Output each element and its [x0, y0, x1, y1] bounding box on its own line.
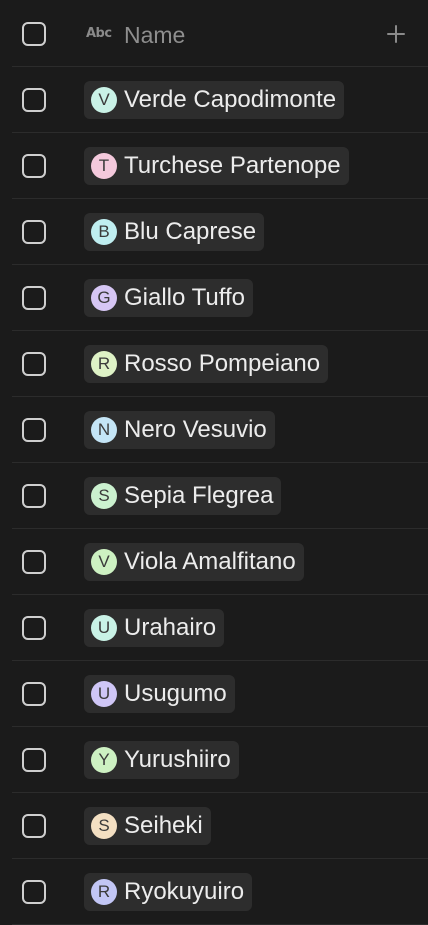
header-row: Abc Name — [0, 0, 428, 67]
name-label: Sepia Flegrea — [124, 482, 274, 509]
row-checkbox[interactable] — [22, 418, 46, 442]
row-checkbox[interactable] — [22, 484, 46, 508]
name-chip[interactable]: T Turchese Partenope — [84, 147, 349, 185]
name-chip[interactable]: N Nero Vesuvio — [84, 411, 275, 449]
name-chip[interactable]: S Sepia Flegrea — [84, 477, 282, 515]
name-chip[interactable]: S Seiheki — [84, 807, 211, 845]
name-label: Rosso Pompeiano — [124, 350, 321, 377]
row-checkbox[interactable] — [22, 748, 46, 772]
name-label: Turchese Partenope — [124, 152, 341, 179]
name-chip[interactable]: R Ryokuyuiro — [84, 873, 253, 911]
avatar: Y — [91, 747, 117, 773]
name-chip[interactable]: U Usugumo — [84, 675, 235, 713]
avatar: V — [91, 549, 117, 575]
table-row: V Verde Capodimonte — [0, 67, 428, 133]
avatar: V — [91, 87, 117, 113]
row-checkbox[interactable] — [22, 154, 46, 178]
name-chip[interactable]: Y Yurushiiro — [84, 741, 239, 779]
row-checkbox[interactable] — [22, 550, 46, 574]
table-row: R Ryokuyuiro — [0, 859, 428, 925]
text-type-icon: Abc — [86, 26, 112, 41]
row-checkbox[interactable] — [22, 682, 46, 706]
table-row: N Nero Vesuvio — [0, 397, 428, 463]
avatar: R — [91, 351, 117, 377]
name-chip[interactable]: V Viola Amalfitano — [84, 543, 304, 581]
name-label: Seiheki — [124, 812, 203, 839]
avatar: B — [91, 219, 117, 245]
name-label: Usugumo — [124, 680, 227, 707]
name-label: Blu Caprese — [124, 218, 257, 245]
row-checkbox[interactable] — [22, 220, 46, 244]
row-checkbox[interactable] — [22, 88, 46, 112]
name-label: Yurushiiro — [124, 746, 231, 773]
name-chip[interactable]: U Urahairo — [84, 609, 225, 647]
name-label: Viola Amalfitano — [124, 548, 296, 575]
avatar: U — [91, 615, 117, 641]
row-checkbox[interactable] — [22, 352, 46, 376]
select-all-checkbox[interactable] — [22, 22, 46, 46]
row-checkbox[interactable] — [22, 880, 46, 904]
name-chip[interactable]: G Giallo Tuffo — [84, 279, 253, 317]
table-row: G Giallo Tuffo — [0, 265, 428, 331]
name-column-table: Abc Name V Verde Capodimonte T Turchese Par… — [0, 0, 428, 925]
avatar: R — [91, 879, 117, 905]
name-label: Urahairo — [124, 614, 217, 641]
avatar: U — [91, 681, 117, 707]
row-checkbox[interactable] — [22, 814, 46, 838]
row-list: V Verde Capodimonte T Turchese Partenope B Bl… — [0, 67, 428, 925]
row-checkbox[interactable] — [22, 286, 46, 310]
avatar: G — [91, 285, 117, 311]
name-label: Giallo Tuffo — [124, 284, 245, 311]
table-row: S Sepia Flegrea — [0, 463, 428, 529]
avatar: T — [91, 153, 117, 179]
table-row: V Viola Amalfitano — [0, 529, 428, 595]
table-row: U Usugumo — [0, 661, 428, 727]
name-chip[interactable]: R Rosso Pompeiano — [84, 345, 329, 383]
avatar: N — [91, 417, 117, 443]
table-row: T Turchese Partenope — [0, 133, 428, 199]
table-row: S Seiheki — [0, 793, 428, 859]
table-row: U Urahairo — [0, 595, 428, 661]
name-label: Ryokuyuiro — [124, 878, 245, 905]
add-column-icon[interactable] — [384, 22, 408, 46]
avatar: S — [91, 483, 117, 509]
name-label: Nero Vesuvio — [124, 416, 267, 443]
table-row: R Rosso Pompeiano — [0, 331, 428, 397]
avatar: S — [91, 813, 117, 839]
column-title[interactable]: Name — [124, 21, 185, 49]
name-label: Verde Capodimonte — [124, 86, 337, 113]
row-checkbox[interactable] — [22, 616, 46, 640]
name-chip[interactable]: V Verde Capodimonte — [84, 81, 345, 119]
table-row: Y Yurushiiro — [0, 727, 428, 793]
name-chip[interactable]: B Blu Caprese — [84, 213, 265, 251]
table-row: B Blu Caprese — [0, 199, 428, 265]
